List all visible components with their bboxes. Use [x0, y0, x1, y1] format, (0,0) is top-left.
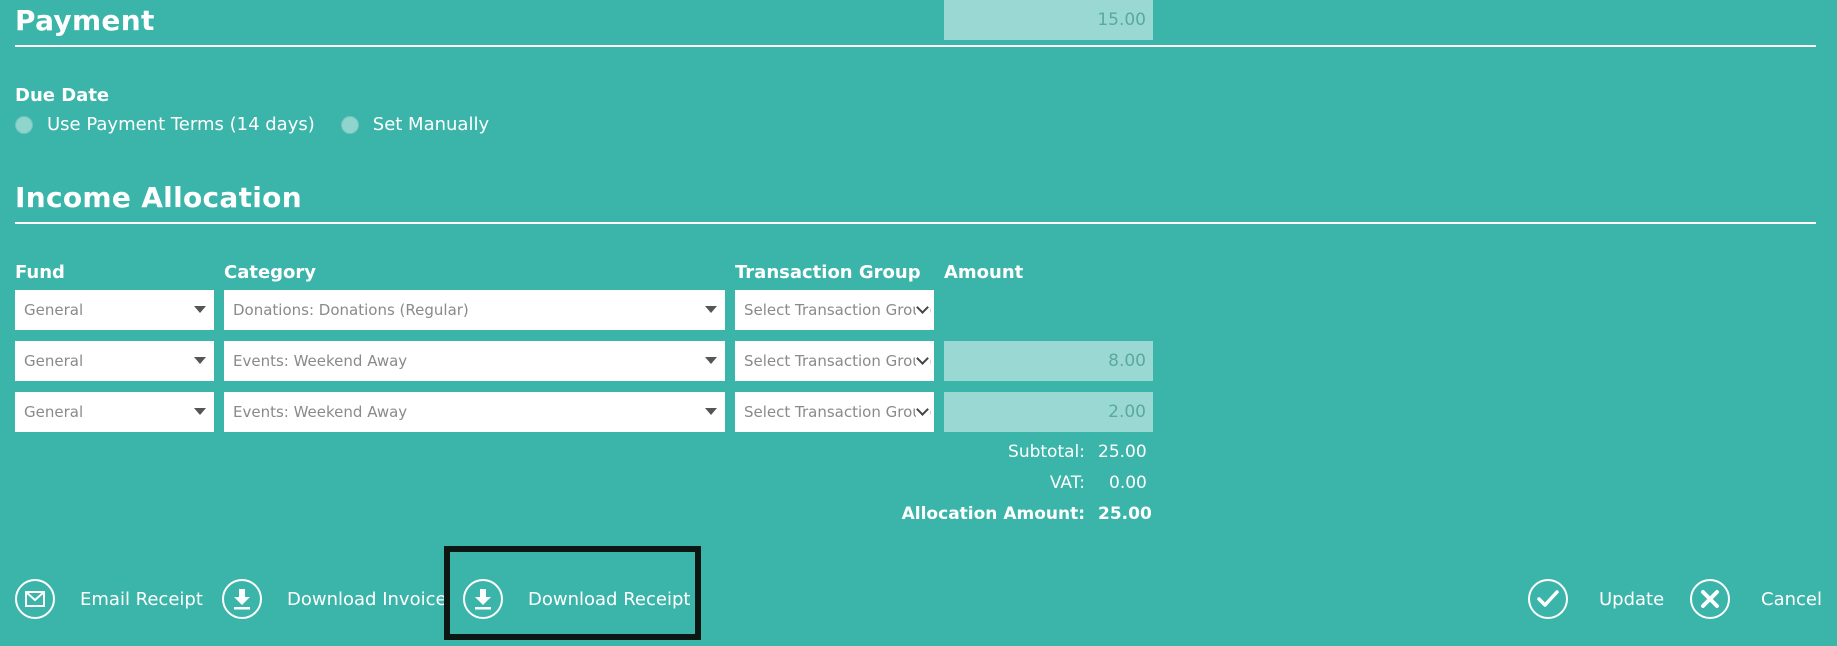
transaction-group-header: Transaction Group [735, 262, 921, 283]
cancel-button[interactable]: Cancel [1690, 579, 1822, 619]
payment-section-title: Payment [15, 4, 155, 37]
amount-header: Amount [944, 262, 1024, 283]
amount-value: 15.00 [1097, 10, 1146, 30]
due-date-options: Use Payment Terms (14 days) Set Manually [15, 114, 515, 135]
dropdown-arrow-icon [194, 408, 206, 415]
checkmark-icon [1528, 579, 1568, 619]
chevron-down-icon [916, 301, 930, 319]
transaction-group-select[interactable]: Select Transaction Group [735, 392, 934, 432]
vat-label: VAT: [0, 473, 1085, 495]
category-select[interactable]: Events: Weekend Away [224, 392, 725, 432]
update-label: Update [1599, 588, 1665, 610]
transaction-group-value: Select Transaction Group [744, 301, 932, 319]
vat-label-text: VAT: [1049, 473, 1085, 493]
chevron-down-icon [916, 352, 930, 370]
category-select[interactable]: Events: Weekend Away [224, 341, 725, 381]
payment-terms-label[interactable]: Use Payment Terms (14 days) [47, 114, 315, 135]
download-receipt-button[interactable]: Download Receipt [463, 579, 690, 619]
payment-terms-radio[interactable] [15, 115, 33, 134]
category-header: Category [224, 262, 317, 283]
amount-field[interactable]: 8.00 [944, 341, 1153, 381]
transaction-group-value: Select Transaction Group [744, 352, 932, 370]
fund-select[interactable]: General [15, 290, 214, 330]
fund-value: General [24, 403, 84, 421]
transaction-group-select[interactable]: Select Transaction Group [735, 341, 934, 381]
transaction-group-value: Select Transaction Group [744, 403, 932, 421]
subtotal-label: Subtotal: [0, 442, 1085, 464]
envelope-icon [15, 579, 55, 619]
fund-value: General [24, 352, 84, 370]
set-manually-radio[interactable] [340, 115, 359, 134]
dropdown-arrow-icon [705, 408, 717, 415]
fund-header: Fund [15, 262, 65, 283]
amount-field[interactable]: 2.00 [944, 392, 1153, 432]
dropdown-arrow-icon [705, 357, 717, 364]
category-value: Donations: Donations (Regular) [233, 301, 469, 319]
category-select[interactable]: Donations: Donations (Regular) [224, 290, 725, 330]
allocation-amount-label-text: Allocation Amount: [901, 504, 1085, 524]
allocation-amount-value: 25.00 [1098, 504, 1152, 524]
close-icon [1690, 579, 1730, 619]
amount-value: 8.00 [1108, 351, 1146, 371]
fund-select[interactable]: General [15, 341, 214, 381]
transaction-group-select[interactable]: Select Transaction Group [735, 290, 934, 330]
payment-divider [15, 45, 1816, 47]
download-icon [222, 579, 262, 619]
set-manually-label[interactable]: Set Manually [373, 114, 489, 135]
cancel-label: Cancel [1761, 588, 1822, 610]
dropdown-arrow-icon [705, 306, 717, 313]
subtotal-label-text: Subtotal: [1008, 442, 1085, 462]
download-receipt-label: Download Receipt [528, 588, 691, 610]
category-value: Events: Weekend Away [233, 352, 408, 370]
fund-value: General [24, 301, 84, 319]
update-button[interactable]: Update [1528, 579, 1664, 619]
due-date-label: Due Date [15, 85, 110, 106]
dropdown-arrow-icon [194, 357, 206, 364]
fund-select[interactable]: General [15, 392, 214, 432]
income-allocation-title: Income Allocation [15, 181, 302, 214]
email-receipt-label: Email Receipt [80, 588, 203, 610]
amount-field[interactable]: 15.00 [944, 0, 1153, 40]
email-receipt-button[interactable]: Email Receipt [15, 579, 203, 619]
download-invoice-button[interactable]: Download Invoice [222, 579, 447, 619]
chevron-down-icon [916, 403, 930, 421]
subtotal-value: 25.00 [1098, 442, 1147, 462]
category-value: Events: Weekend Away [233, 403, 408, 421]
dropdown-arrow-icon [194, 306, 206, 313]
allocation-amount-label: Allocation Amount: [0, 504, 1085, 526]
amount-value: 2.00 [1108, 402, 1146, 422]
download-icon [463, 579, 503, 619]
income-allocation-divider [15, 222, 1816, 224]
vat-value: 0.00 [1109, 473, 1147, 493]
download-invoice-label: Download Invoice [287, 588, 447, 610]
